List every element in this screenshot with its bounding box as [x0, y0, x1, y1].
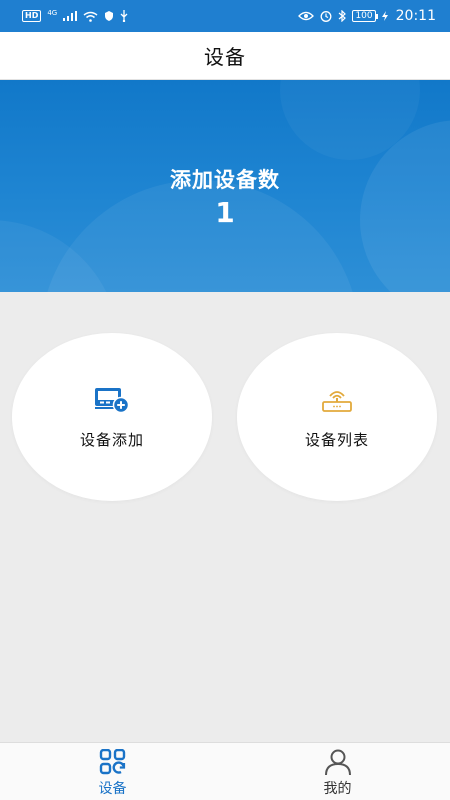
tab-mine[interactable]: 我的 [225, 743, 450, 800]
hd-badge: HD [22, 10, 42, 22]
add-device-label: 设备添加 [79, 430, 144, 449]
page-title: 设备 [204, 45, 246, 69]
device-add-icon [94, 385, 130, 415]
tab-mine-label: 我的 [323, 781, 352, 797]
device-list-label: 设备列表 [304, 430, 369, 449]
grid-icon [99, 748, 127, 776]
device-count-value: 1 [215, 196, 235, 229]
battery-indicator: 100 [352, 10, 376, 22]
shield-icon [104, 11, 114, 21]
add-device-button[interactable]: 设备添加 [12, 333, 212, 501]
status-bar: HD 4G 100 20:11 [0, 0, 450, 32]
usb-icon [120, 10, 128, 22]
network-type: 4G [47, 9, 58, 17]
tab-devices[interactable]: 设备 [0, 743, 225, 800]
user-icon [324, 748, 352, 776]
bluetooth-icon [338, 10, 347, 22]
status-right: 100 20:11 [298, 8, 436, 24]
device-list-button[interactable]: 设备列表 [237, 333, 437, 501]
device-count-banner: 添加设备数 1 [0, 80, 450, 292]
router-icon [321, 385, 353, 415]
status-left: HD 4G [22, 9, 128, 23]
eye-icon [298, 11, 315, 21]
signal-icon [63, 11, 78, 21]
app-header: 设备 [0, 32, 450, 80]
bottom-navigation: 设备 我的 [0, 742, 450, 800]
wifi-icon [83, 11, 98, 22]
clock-time: 20:11 [395, 8, 436, 24]
alarm-icon [320, 10, 332, 22]
charging-icon [381, 11, 388, 21]
tab-devices-label: 设备 [98, 781, 127, 797]
device-count-label: 添加设备数 [170, 168, 280, 192]
